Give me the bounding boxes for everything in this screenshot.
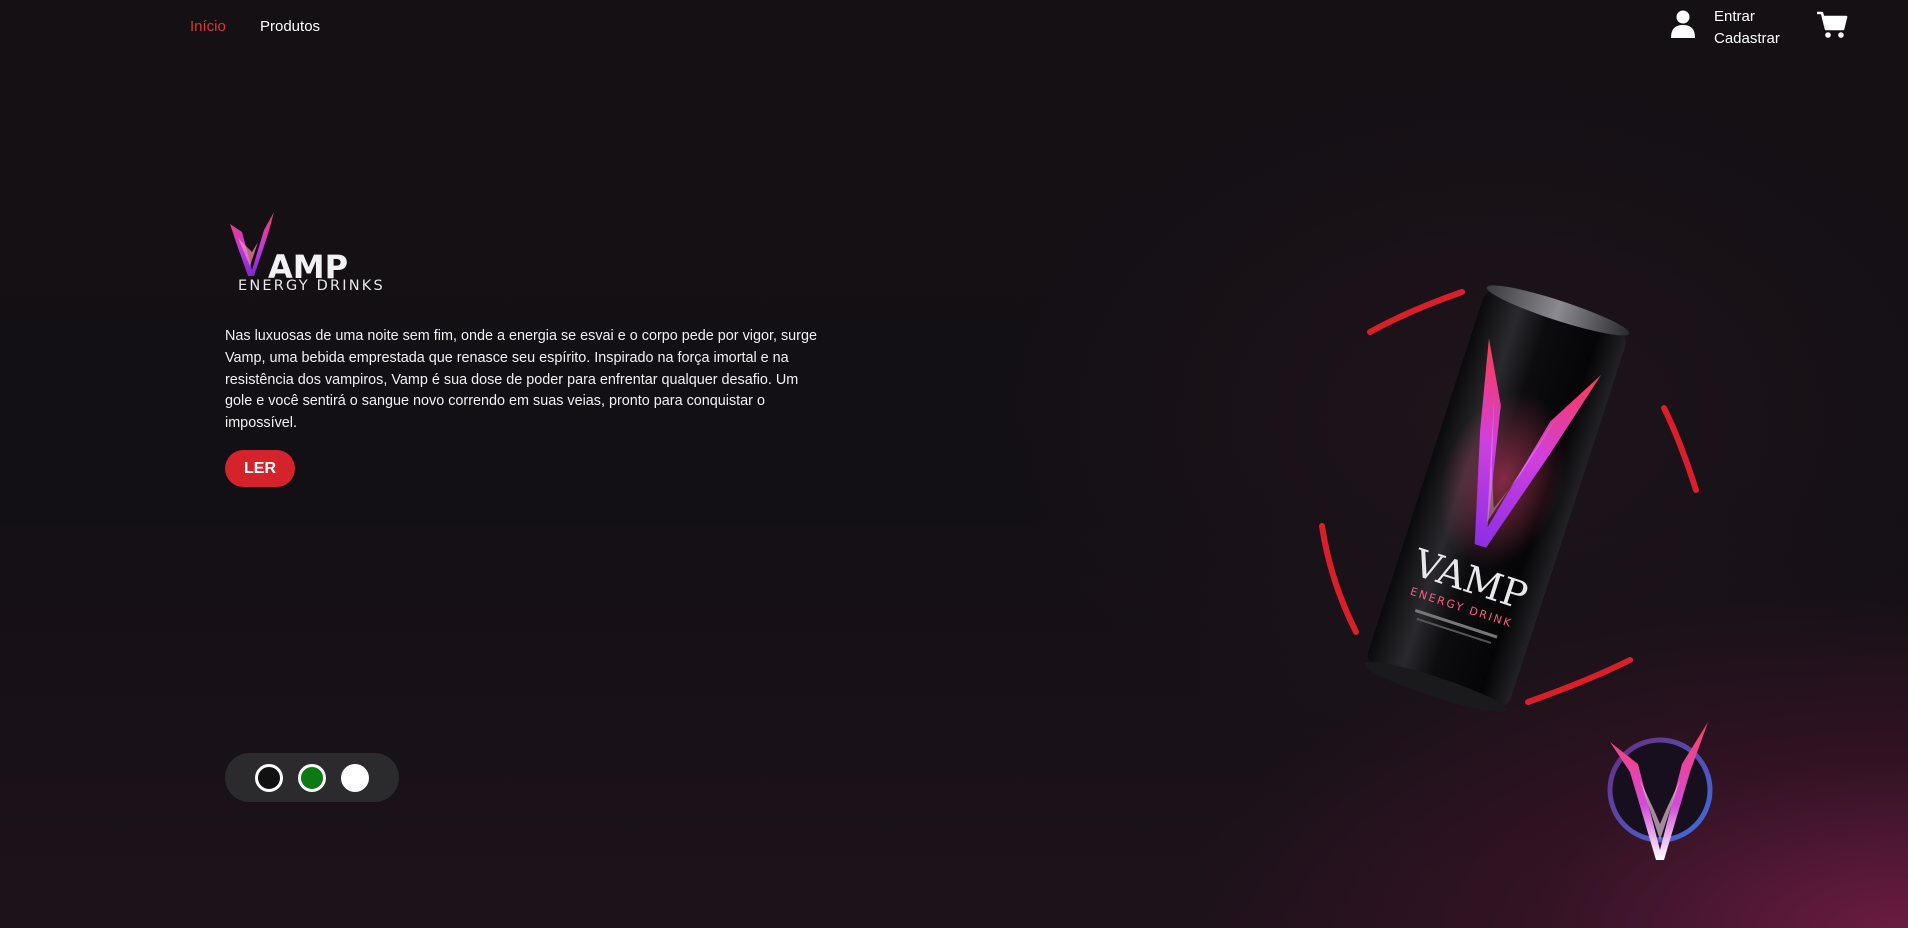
vamp-badge-icon — [1607, 722, 1713, 860]
register-link[interactable]: Cadastrar — [1714, 28, 1780, 50]
hero-description: Nas luxuosas de uma noite sem fim, onde … — [225, 328, 817, 432]
user-icon[interactable] — [1670, 9, 1696, 39]
carousel-indicators — [225, 753, 399, 802]
top-nav: Início Produtos Entrar Cadastrar — [0, 0, 1908, 52]
nav-products-link[interactable]: Produtos — [260, 18, 320, 35]
read-button[interactable]: LER — [225, 450, 295, 487]
product-can-image: VAMP ENERGY DRINK — [1319, 285, 1699, 713]
auth-links: Entrar Cadastrar — [1714, 6, 1780, 50]
login-link[interactable]: Entrar — [1714, 6, 1780, 28]
carousel-dot-2[interactable] — [298, 764, 326, 792]
carousel-dot-3[interactable] — [341, 764, 369, 792]
nav-home-link[interactable]: Início — [190, 18, 226, 35]
vamp-logo: AMP ENERGY DRINKS — [228, 212, 428, 298]
logo-subtitle: ENERGY DRINKS — [238, 278, 385, 294]
carousel-dot-1[interactable] — [255, 764, 283, 792]
cart-icon[interactable] — [1816, 10, 1848, 40]
can-body: VAMP ENERGY DRINK — [1364, 285, 1630, 713]
